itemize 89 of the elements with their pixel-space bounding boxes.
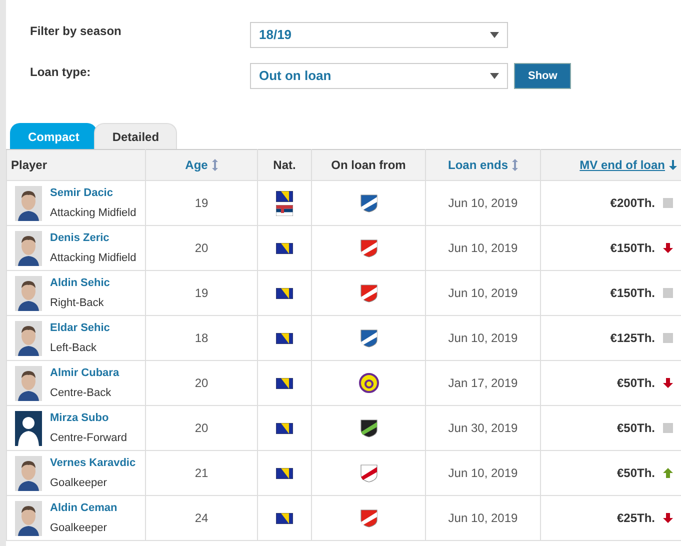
market-value: €125Th. — [610, 330, 655, 347]
club-crest-icon — [358, 373, 378, 393]
player-name-link[interactable]: Denis Zeric — [50, 230, 136, 246]
player-name-link[interactable]: Mirza Subo — [50, 410, 128, 426]
market-value: €50Th. — [616, 375, 655, 392]
club-crest-icon — [358, 238, 378, 258]
flag-icon — [276, 512, 293, 524]
loan-end-date: Jun 10, 2019 — [448, 331, 518, 345]
loan-end-date: Jun 10, 2019 — [448, 241, 518, 255]
sort-descending-icon — [669, 160, 677, 170]
avatar — [15, 230, 42, 266]
loan-end-date: Jun 10, 2019 — [448, 466, 518, 480]
loan-end-date: Jun 10, 2019 — [448, 511, 518, 525]
column-header: Nat. — [273, 157, 296, 174]
avatar — [15, 320, 42, 356]
flag-icon — [276, 242, 293, 254]
filter-label: Filter by season — [29, 23, 122, 40]
loan-end-date: Jun 30, 2019 — [448, 421, 518, 435]
age-text: 19 — [194, 286, 208, 300]
column-header[interactable]: Age — [185, 156, 208, 174]
loan-end-date: Jun 10, 2019 — [448, 286, 518, 300]
age-text: 18 — [194, 331, 208, 345]
market-value: €150Th. — [610, 285, 655, 302]
club-crest-icon — [358, 508, 378, 528]
flag-icon — [276, 288, 293, 298]
club-crest-icon — [358, 193, 378, 213]
show-button[interactable]: Show — [514, 63, 572, 89]
player-name-link[interactable]: Aldin Sehic — [50, 275, 110, 292]
player-name-link[interactable]: Almir Cubara — [50, 365, 120, 382]
no-change-icon — [663, 423, 673, 433]
age-text: 24 — [194, 511, 208, 525]
club-crest-icon — [358, 418, 378, 438]
caret-icon — [490, 73, 499, 79]
down-arrow-icon — [663, 243, 673, 253]
filter-label: Loan type: — [29, 64, 92, 81]
avatar — [15, 186, 42, 220]
loan-end-date: Jun 10, 2019 — [448, 196, 518, 210]
flag-icon — [276, 468, 293, 478]
avatar — [15, 276, 42, 310]
club-crest-icon — [358, 328, 378, 348]
player-name-link[interactable]: Eldar Sehic — [50, 320, 110, 336]
player-position: Right-Back — [50, 296, 105, 310]
column-header: Player — [11, 157, 48, 174]
age-text: 20 — [194, 376, 208, 390]
dropdown[interactable]: 18/19 — [250, 22, 508, 48]
player-name-link[interactable]: Aldin Ceman — [50, 500, 118, 516]
club-crest-icon — [358, 463, 378, 483]
flag-icon — [276, 378, 293, 388]
age-text: 20 — [194, 421, 208, 435]
player-name-link[interactable]: Vernes Karavdic — [50, 455, 136, 472]
down-arrow-icon — [663, 378, 673, 388]
no-change-icon — [663, 333, 673, 343]
flag-icon — [276, 204, 293, 216]
no-change-icon — [663, 288, 673, 298]
player-position: Left-Back — [50, 340, 98, 356]
age-text: 21 — [194, 466, 208, 480]
player-name-link[interactable]: Semir Dacic — [50, 185, 136, 202]
market-value: €50Th. — [616, 420, 655, 437]
market-value: €150Th. — [610, 240, 655, 257]
sort-icon — [512, 159, 518, 171]
down-arrow-icon — [663, 513, 673, 523]
avatar — [15, 500, 42, 536]
market-value: €200Th. — [610, 195, 655, 212]
market-value: €25Th. — [616, 510, 655, 527]
avatar — [15, 456, 42, 490]
up-arrow-icon — [663, 468, 673, 478]
age-text: 20 — [194, 241, 208, 255]
flag-icon — [276, 332, 293, 344]
no-change-icon — [663, 198, 673, 208]
tab[interactable]: Compact — [10, 123, 98, 149]
flag-icon — [276, 190, 293, 202]
age-text: 19 — [194, 196, 208, 210]
club-crest-icon — [358, 283, 378, 303]
player-position: Centre-Forward — [50, 430, 128, 446]
player-position: Attacking Midfield — [50, 206, 136, 220]
avatar — [15, 366, 42, 400]
column-header: On loan from — [331, 157, 406, 174]
tab[interactable]: Detailed — [94, 123, 178, 149]
player-position: Goalkeeper — [50, 520, 108, 536]
loan-end-date: Jan 17, 2019 — [448, 376, 518, 390]
avatar — [15, 410, 42, 446]
player-position: Goalkeeper — [50, 476, 108, 490]
sort-icon — [212, 159, 218, 171]
caret-icon — [490, 32, 499, 38]
dropdown[interactable]: Out on loan — [250, 63, 508, 89]
market-value: €50Th. — [616, 465, 655, 482]
player-position: Centre-Back — [50, 386, 112, 400]
flag-icon — [276, 422, 293, 434]
player-position: Attacking Midfield — [50, 250, 136, 266]
